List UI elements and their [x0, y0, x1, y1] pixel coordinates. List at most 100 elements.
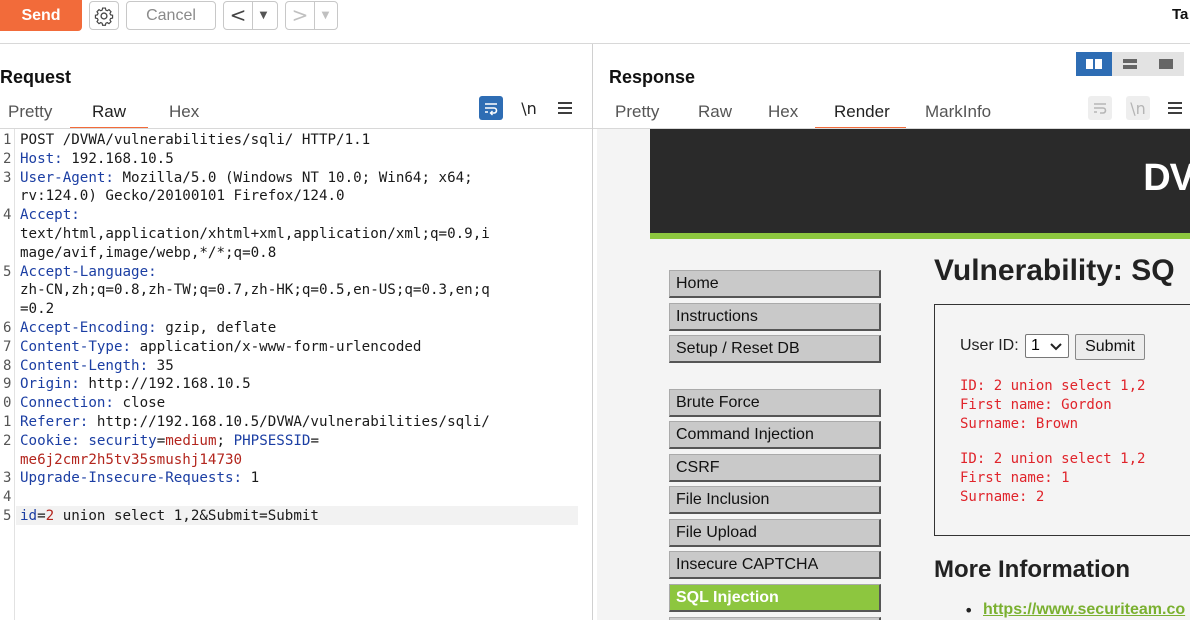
code-token: User-Agent:: [20, 169, 114, 186]
chevron-right-icon: >: [291, 3, 309, 27]
menu-item-brute-force[interactable]: Brute Force: [669, 389, 881, 417]
menu-item-command-injection[interactable]: Command Injection: [669, 421, 881, 449]
line-number: 2: [3, 432, 12, 449]
layout-stacked-button[interactable]: [1112, 52, 1148, 76]
code-line: zh-CN,zh;q=0.8,zh-TW;q=0.7,zh-HK;q=0.5,e…: [20, 281, 580, 300]
user-id-value: 1: [1031, 337, 1040, 354]
line-number: 1: [3, 414, 12, 430]
user-id-select[interactable]: 1: [1025, 334, 1069, 358]
code-token: =: [156, 432, 166, 449]
line-number: 6: [3, 320, 12, 336]
code-line: mage/avif,image/webp,*/*;q=0.8: [20, 244, 580, 263]
chevron-down-icon[interactable]: ▼: [252, 2, 274, 29]
tab-hex[interactable]: Hex: [768, 99, 816, 129]
request-editor[interactable]: 1 POST /DVWA/vulnerabilities/sqli/ HTTP/1…: [0, 129, 592, 620]
code-line: rv:124.0) Gecko/20100101 Firefox/124.0: [20, 187, 580, 206]
code-token: mage/avif,image/webp,*/*;q=0.8: [20, 244, 277, 261]
top-toolbar: Send Cancel < ▼ > ▼ Ta: [0, 0, 1190, 44]
back-button[interactable]: < ▼: [223, 1, 278, 30]
response-tabs: Pretty Raw Hex Render MarkInfo: [615, 99, 996, 129]
code-token: text/html,application/xhtml+xml,applicat…: [20, 226, 490, 242]
menu-item-file-upload[interactable]: File Upload: [669, 519, 881, 547]
code-line: Referer: http://192.168.10.5/DVWA/vulner…: [20, 413, 580, 432]
code-token: Accept-Encoding:: [20, 320, 157, 336]
chevron-down-icon: [1050, 343, 1062, 351]
code-line: Origin: http://192.168.10.5: [20, 375, 580, 394]
code-line: Upgrade-Insecure-Requests: 1: [20, 469, 580, 488]
code-token: me6j2cmr2h5tv35smushj14730: [20, 451, 243, 468]
code-token: medium: [165, 432, 217, 449]
line-number: 4: [3, 207, 12, 224]
menu-item-csrf[interactable]: CSRF: [669, 454, 881, 482]
settings-button[interactable]: [89, 1, 119, 30]
layout-side-by-side-button[interactable]: [1076, 52, 1112, 76]
code-token: 192.168.10.5: [62, 150, 174, 167]
word-wrap-button[interactable]: [1088, 96, 1112, 120]
code-line: text/html,application/xhtml+xml,applicat…: [20, 225, 580, 244]
more-info-link[interactable]: https://www.securiteam.co: [983, 601, 1185, 619]
line-number: 7: [3, 338, 12, 355]
chevron-down-icon[interactable]: ▼: [314, 2, 336, 29]
result-surname: Surname: Brown: [960, 416, 1079, 432]
code-line: Connection: close: [20, 394, 580, 413]
code-line: Content-Type: application/x-www-form-url…: [20, 338, 580, 357]
menu-item-file-inclusion[interactable]: File Inclusion: [669, 486, 881, 514]
menu-item-sql-injection[interactable]: SQL Injection: [669, 584, 881, 612]
menu-item-home[interactable]: Home: [669, 270, 881, 298]
tab-hex[interactable]: Hex: [148, 99, 208, 129]
code-token: Accept-Language:: [20, 263, 157, 280]
menu-item-insecure-captcha[interactable]: Insecure CAPTCHA: [669, 551, 881, 579]
tab-raw[interactable]: Raw: [70, 99, 148, 129]
code-token: rv:124.0) Gecko/20100101 Firefox/124.0: [20, 188, 345, 205]
code-token: 1: [242, 470, 260, 487]
word-wrap-button[interactable]: [479, 96, 503, 120]
dvwa-logo: DV: [1143, 157, 1190, 199]
cancel-button[interactable]: Cancel: [126, 1, 216, 30]
response-menu-button[interactable]: [1164, 96, 1186, 120]
line-number: 4: [3, 489, 12, 506]
send-button[interactable]: Send: [0, 0, 82, 31]
tab-pretty[interactable]: Pretty: [8, 99, 67, 129]
forward-button[interactable]: > ▼: [285, 1, 338, 30]
response-title: Response: [609, 67, 696, 87]
code-token: Content-Type:: [20, 338, 132, 355]
tab-render[interactable]: Render: [815, 99, 906, 129]
show-newlines-button[interactable]: \n: [517, 96, 541, 120]
pane-divider[interactable]: [592, 44, 593, 620]
page-title: Vulnerability: SQ: [934, 254, 1175, 287]
code-token: http://192.168.10.5/DVWA/vulnerabilities…: [88, 414, 490, 430]
line-number: 5: [3, 263, 12, 280]
code-token: ;: [216, 432, 234, 449]
code-line: id=2 union select 1,2&Submit=Submit: [20, 507, 580, 526]
code-token: 2: [45, 508, 55, 524]
sqli-form-box: User ID: 1 Submit ID: 2 union select 1,2…: [934, 304, 1190, 536]
wrap-icon: [485, 103, 498, 116]
menu-item-instructions[interactable]: Instructions: [669, 303, 881, 331]
code-token: Referer:: [20, 414, 89, 430]
dvwa-header-stripe: [650, 233, 1190, 239]
line-number: 8: [3, 357, 12, 374]
code-line: me6j2cmr2h5tv35smushj14730: [20, 451, 580, 470]
code-token: Cookie:: [20, 432, 80, 449]
layout-toggle: [1076, 52, 1184, 76]
code-line: Accept-Language:: [20, 263, 580, 282]
code-token: Content-Length:: [20, 357, 149, 374]
menu-item-setup[interactable]: Setup / Reset DB: [669, 335, 881, 363]
wrap-icon: [1094, 103, 1107, 114]
code-token: POST /DVWA/vulnerabilities/sqli/ HTTP/1.…: [20, 132, 371, 148]
result-id: ID: 2 union select 1,2: [960, 451, 1146, 467]
submit-button[interactable]: Submit: [1075, 334, 1145, 360]
tab-markinfo[interactable]: MarkInfo: [906, 99, 996, 129]
show-newlines-button[interactable]: \n: [1126, 96, 1150, 120]
layout-tabs-button[interactable]: [1148, 52, 1184, 76]
line-number: 9: [3, 376, 12, 393]
columns-icon: [1086, 59, 1102, 69]
tab-pretty[interactable]: Pretty: [615, 99, 698, 129]
request-menu-button[interactable]: [554, 96, 576, 120]
result-surname: Surname: 2: [960, 489, 1045, 505]
code-token: id: [20, 508, 38, 524]
tab-raw[interactable]: Raw: [698, 99, 768, 129]
line-number: 1: [3, 132, 12, 148]
line-number: 2: [3, 150, 12, 167]
request-tabs: Pretty Raw Hex: [8, 99, 208, 129]
